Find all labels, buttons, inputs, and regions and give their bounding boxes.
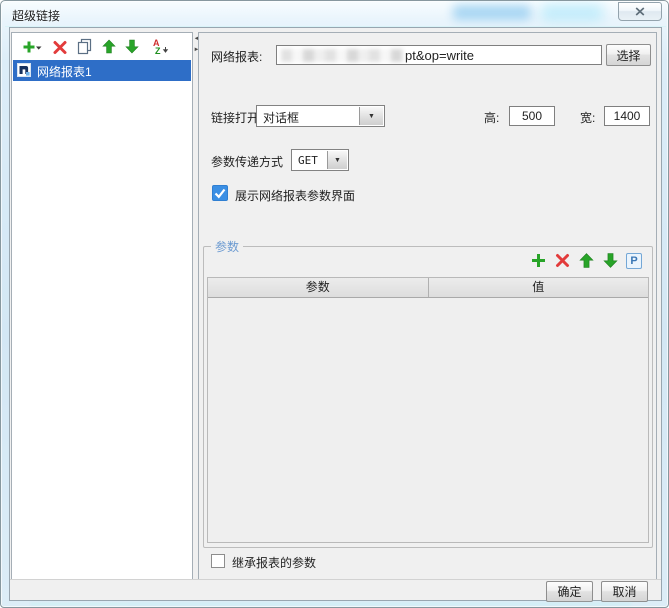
ok-button[interactable]: 确定 [546,581,593,602]
link-settings-panel: 网络报表: pt&op=write 选择 链接打开于 对话框 ▼ 高: 500 … [198,32,657,580]
copy-link-icon[interactable] [76,38,96,56]
hyperlink-dialog: 超级链接 A Z 网络报表1 ◄ ► 网络报表: pt&op=write 选择 … [0,0,669,608]
param-method-value: GET [298,154,318,167]
params-group-title: 参数 [211,238,244,255]
titlebar-blur-artifact [453,5,531,20]
report-url-input[interactable]: pt&op=write [276,45,602,65]
param-pane-icon[interactable]: P [626,252,642,269]
checkmark-icon [213,186,227,200]
svg-text:Z: Z [155,46,161,55]
chevron-down-icon[interactable]: ▼ [327,151,347,169]
titlebar[interactable]: 超级链接 [1,1,668,27]
footer-divider [10,579,661,580]
report-url-value: pt&op=write [405,47,475,63]
move-down-icon[interactable] [124,39,144,57]
chevron-down-icon[interactable]: ▼ [359,107,383,125]
dialog-client-area: A Z 网络报表1 ◄ ► 网络报表: pt&op=write 选择 链接打开于… [9,27,662,602]
param-move-up-icon[interactable] [578,252,595,269]
add-link-icon[interactable] [21,39,42,57]
params-table-header: 参数 值 [208,278,648,298]
close-button[interactable] [618,2,662,21]
link-list-panel: A Z 网络报表1 [11,32,193,580]
param-method-dropdown[interactable]: GET ▼ [291,149,349,171]
list-item-label: 网络报表1 [37,65,92,79]
cancel-button-label: 取消 [612,585,637,599]
titlebar-blur-artifact [541,4,603,21]
redacted-url-segment [281,48,403,62]
delete-link-icon[interactable] [52,40,72,58]
width-label: 宽: [580,111,596,125]
frame-glow-artifact [31,603,631,605]
show-params-label: 展示网络报表参数界面 [235,189,356,203]
web-report-icon [17,63,31,77]
inherit-params-label: 继承报表的参数 [232,556,317,570]
param-method-label: 参数传递方式 [211,155,284,169]
inherit-params-checkbox[interactable] [211,554,225,568]
height-input[interactable]: 500 [509,106,555,126]
show-params-checkbox[interactable] [212,185,228,201]
param-value-column-header[interactable]: 值 [429,278,649,297]
report-url-label: 网络报表: [211,50,263,64]
list-item-web-report[interactable]: 网络报表1 [13,60,191,81]
choose-report-button[interactable]: 选择 [606,44,651,66]
params-table-body[interactable] [208,299,648,542]
params-table: 参数 值 [207,277,649,543]
param-name-column-header[interactable]: 参数 [208,278,429,297]
sort-az-icon[interactable]: A Z [152,38,172,56]
open-in-dropdown[interactable]: 对话框 ▼ [256,105,385,127]
close-icon [635,7,645,16]
link-list-toolbar: A Z [12,37,192,61]
add-param-icon[interactable] [530,252,547,269]
choose-report-label: 选择 [616,48,641,63]
ok-button-label: 确定 [557,585,582,599]
window-title: 超级链接 [12,9,61,23]
width-input[interactable]: 1400 [604,106,650,126]
height-label: 高: [484,111,500,125]
open-in-value: 对话框 [263,111,300,125]
delete-param-icon[interactable] [554,252,571,269]
cancel-button[interactable]: 取消 [601,581,648,602]
param-move-down-icon[interactable] [602,252,619,269]
move-up-icon[interactable] [101,39,121,57]
params-groupbox: 参数 P 参数 值 [203,238,653,548]
params-toolbar: P [530,252,642,269]
